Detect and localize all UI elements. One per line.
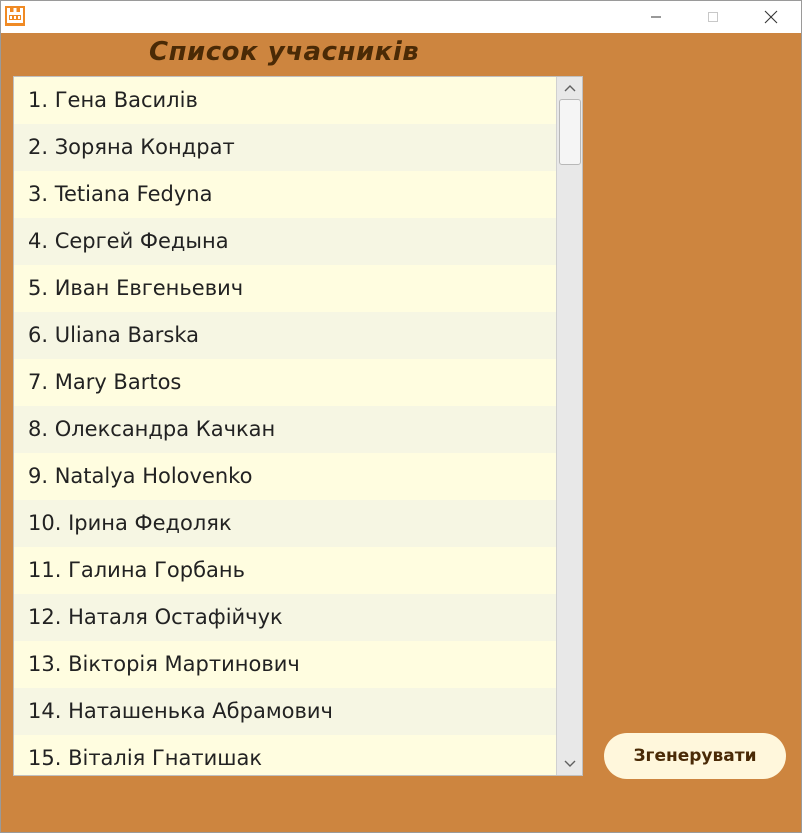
- list-title: Список учасників: [149, 37, 420, 67]
- scroll-down-button[interactable]: [557, 753, 582, 775]
- title-bar[interactable]: [1, 1, 801, 33]
- list-item[interactable]: 10. Ірина Федоляк: [14, 500, 556, 547]
- list-item[interactable]: 5. Иван Евгеньевич: [14, 265, 556, 312]
- close-icon: [764, 10, 778, 24]
- minimize-icon: [651, 16, 661, 18]
- list-scrollbar[interactable]: [556, 77, 582, 775]
- chevron-down-icon: [564, 760, 575, 767]
- scroll-up-button[interactable]: [557, 77, 582, 99]
- list-item[interactable]: 3. Tetiana Fedyna: [14, 171, 556, 218]
- list-item[interactable]: 11. Галина Горбань: [14, 547, 556, 594]
- castle-app-icon: [5, 6, 25, 26]
- app-window: Список учасників 1. Гена Василів 2. Зоря…: [0, 0, 802, 833]
- maximize-button[interactable]: [690, 1, 736, 33]
- participants-list-items: 1. Гена Василів 2. Зоряна Кондрат 3. Tet…: [14, 77, 556, 775]
- list-item[interactable]: 9. Natalya Holovenko: [14, 453, 556, 500]
- list-item[interactable]: 2. Зоряна Кондрат: [14, 124, 556, 171]
- list-item[interactable]: 14. Наташенька Абрамович: [14, 688, 556, 735]
- list-item[interactable]: 13. Вікторія Мартинович: [14, 641, 556, 688]
- maximize-icon: [708, 12, 718, 22]
- close-button[interactable]: [748, 1, 794, 33]
- list-item[interactable]: 1. Гена Василів: [14, 77, 556, 124]
- list-item[interactable]: 7. Mary Bartos: [14, 359, 556, 406]
- list-item[interactable]: 12. Наталя Остафійчук: [14, 594, 556, 641]
- minimize-button[interactable]: [633, 1, 679, 33]
- chevron-up-icon: [564, 85, 575, 92]
- list-item[interactable]: 4. Сергей Федына: [14, 218, 556, 265]
- list-item[interactable]: 6. Uliana Barska: [14, 312, 556, 359]
- generate-button[interactable]: Згенерувати: [604, 733, 786, 779]
- list-item[interactable]: 8. Олександра Качкан: [14, 406, 556, 453]
- scrollbar-thumb[interactable]: [559, 99, 581, 165]
- participants-list[interactable]: 1. Гена Василів 2. Зоряна Кондрат 3. Tet…: [13, 76, 583, 776]
- list-item[interactable]: 15. Віталія Гнатишак: [14, 735, 556, 775]
